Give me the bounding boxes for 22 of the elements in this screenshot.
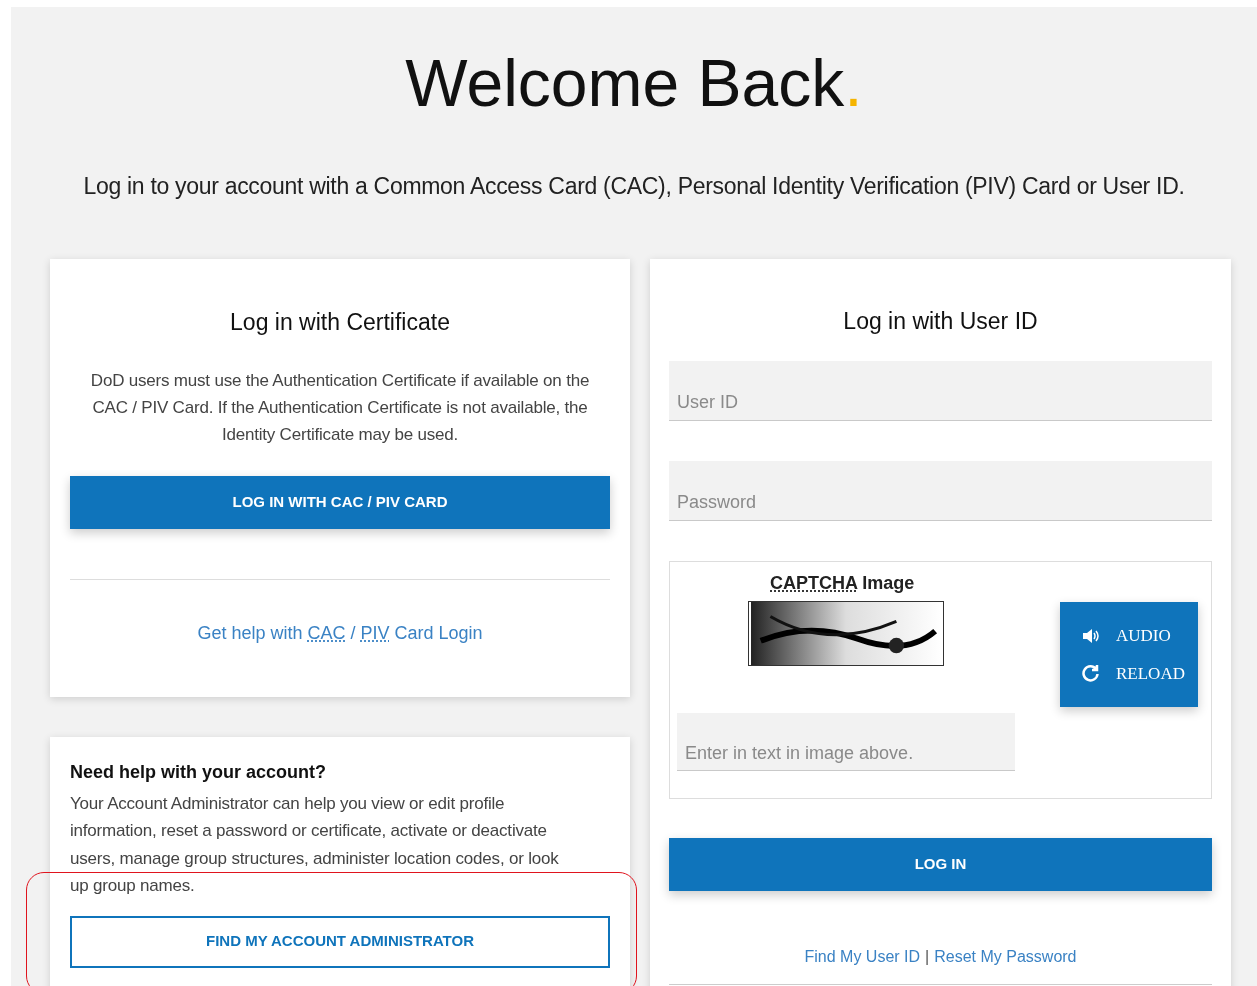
find-administrator-button[interactable]: FIND MY ACCOUNT ADMINISTRATOR (70, 915, 610, 968)
card-title: Log in with User ID (842, 306, 1039, 336)
captcha-label: CAPTCHA Image (770, 572, 916, 595)
login-button[interactable]: LOG IN (669, 838, 1212, 891)
page-subtitle: Log in to your account with a Common Access Card (CAC), Personal Identity Verification (PIV) Card or User ID. (83, 172, 1185, 201)
link-separator: | (925, 947, 930, 967)
card-description: DoD users must use the Authentication Certificate if available on the CAC / PIV Card. If the Authentication Certificate is not available, the Identity Certificate may be used. (89, 370, 591, 446)
help-title: Need help with your account? (70, 760, 328, 784)
input-field[interactable]: User ID (669, 361, 1212, 421)
cac-login-button[interactable]: LOG IN WITH CAC / PIV CARD (70, 476, 610, 529)
account-link[interactable]: Find My User ID (804, 945, 921, 969)
card-title: Log in with Certificate (230, 307, 450, 337)
audio-button[interactable]: AUDIO (1082, 623, 1198, 649)
input-field[interactable]: Password (669, 461, 1212, 521)
page-title: Welcome Back. (405, 45, 863, 122)
captcha-input-field[interactable]: Enter in text in image above. (677, 713, 1015, 771)
account-link[interactable]: Reset My Password (934, 945, 1077, 969)
speaker-icon (1082, 628, 1100, 643)
help-text: Your Account Administrator can help you view or edit profile information, reset a password or certificate, activate or deactivate users, manage group structures, administer location codes, or look up group names. (70, 792, 560, 897)
cac-help-link[interactable]: Get help with CAC / PIV Card Login (197, 620, 483, 647)
reload-icon (1082, 664, 1100, 683)
reload-button[interactable]: RELOAD (1082, 660, 1198, 686)
